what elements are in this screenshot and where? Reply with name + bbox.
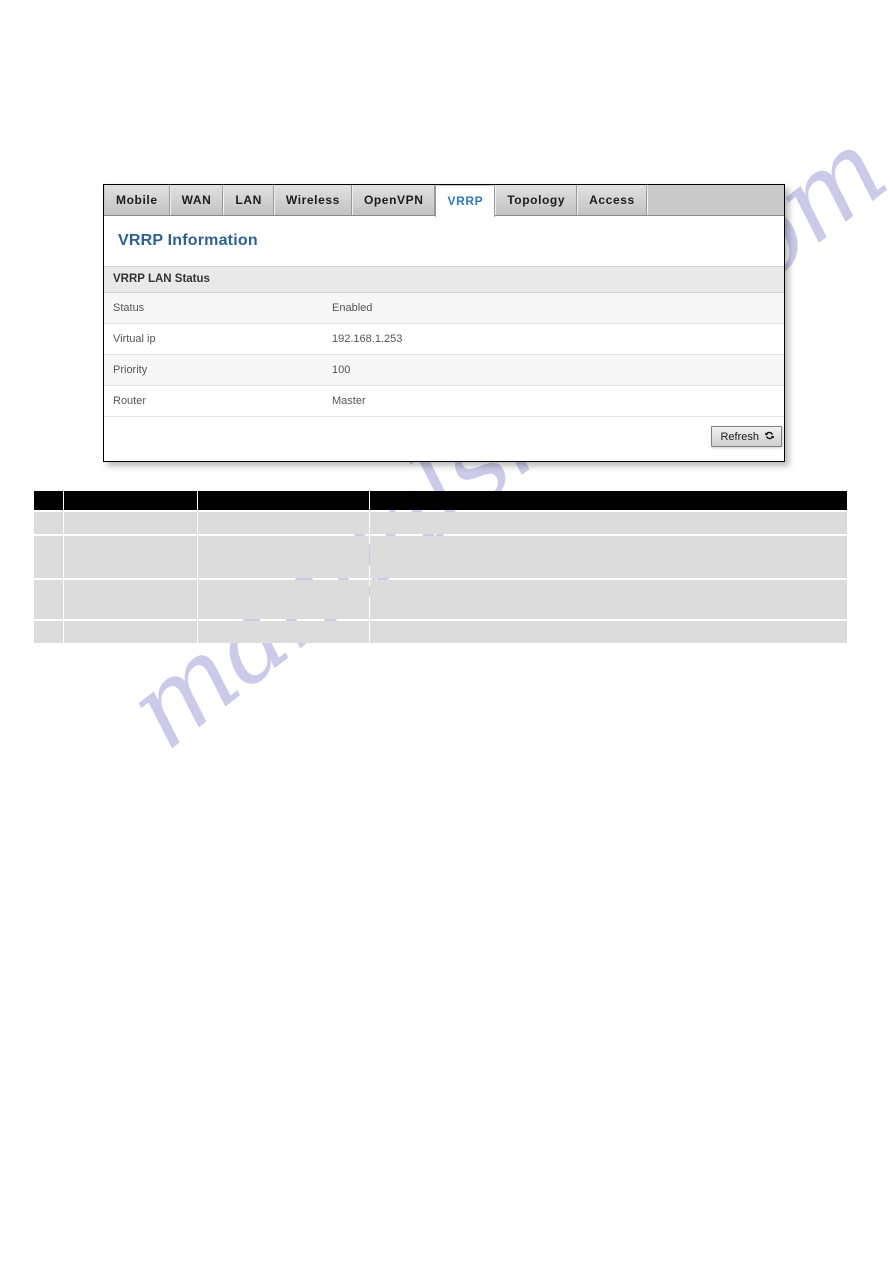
status-row-label: Priority [113,364,148,376]
status-row-value: 192.168.1.253 [332,333,403,345]
page-title-bar: VRRP Information [104,216,784,266]
tab-bar-filler [646,185,784,215]
table-cell [198,536,369,578]
vrrp-status-list: Status Enabled Virtual ip 192.168.1.253 Prio… [104,293,784,417]
status-row: Virtual ip 192.168.1.253 [104,324,784,355]
table-row [34,621,847,643]
table-cell [64,536,197,578]
tab-access[interactable]: Access [577,185,647,215]
tab-label: OpenVPN [363,193,424,207]
refresh-button[interactable]: Refresh [711,426,782,447]
table-cell [198,621,369,643]
status-row-value: Enabled [332,302,373,314]
section-header-vrrp-lan-status: VRRP LAN Status [104,266,784,293]
status-row: Status Enabled [104,293,784,324]
tab-openvpn[interactable]: OpenVPN [351,185,436,215]
table-row [34,536,847,578]
table-cell [370,580,847,619]
table-cell [34,512,63,534]
table-cell [34,580,63,619]
table-row [34,580,847,619]
table-cell [370,512,847,534]
tab-lan[interactable]: LAN [223,185,274,215]
refresh-button-label: Refresh [720,430,759,443]
table-header-cell [34,491,63,510]
table-header-cell [64,491,197,510]
tab-label: VRRP [447,194,484,208]
table-cell [64,580,197,619]
tab-label: Access [589,193,635,207]
table-cell [64,512,197,534]
table-header-cell [198,491,369,510]
status-row-value: 100 [332,364,351,376]
table-header-row [34,491,847,510]
table-cell [198,512,369,534]
status-row: Priority 100 [104,355,784,386]
page-title: VRRP Information [118,232,258,249]
router-admin-panel: Mobile WAN LAN Wireless OpenVPN VRRP Topology A… [103,184,785,462]
tab-label: Wireless [285,193,340,207]
status-row: Router Master [104,386,784,417]
data-table-header [34,491,847,510]
table-cell [198,580,369,619]
tab-vrrp[interactable]: VRRP [435,186,496,217]
tab-label: LAN [235,193,262,207]
status-row-label: Router [113,395,147,407]
status-row-label: Status [113,302,145,314]
tab-bar: Mobile WAN LAN Wireless OpenVPN VRRP Topology A… [104,185,784,217]
status-row-value: Master [332,395,366,407]
tab-wan[interactable]: WAN [169,185,224,215]
tab-label: WAN [181,193,212,207]
tab-label: Topology [507,193,566,207]
table-cell [34,621,63,643]
table-cell [370,536,847,578]
table-row [34,512,847,534]
table-cell [34,536,63,578]
status-row-label: Virtual ip [113,333,156,345]
tab-label: Mobile [116,193,158,207]
panel-footer: Refresh [104,417,784,461]
data-table-body [34,512,847,643]
tab-topology[interactable]: Topology [495,185,578,215]
table-cell [370,621,847,643]
tab-mobile[interactable]: Mobile [105,185,170,215]
blank-data-table [33,489,848,645]
table-cell [64,621,197,643]
table-header-cell [370,491,847,510]
refresh-icon [764,430,775,444]
tab-wireless[interactable]: Wireless [273,185,352,215]
